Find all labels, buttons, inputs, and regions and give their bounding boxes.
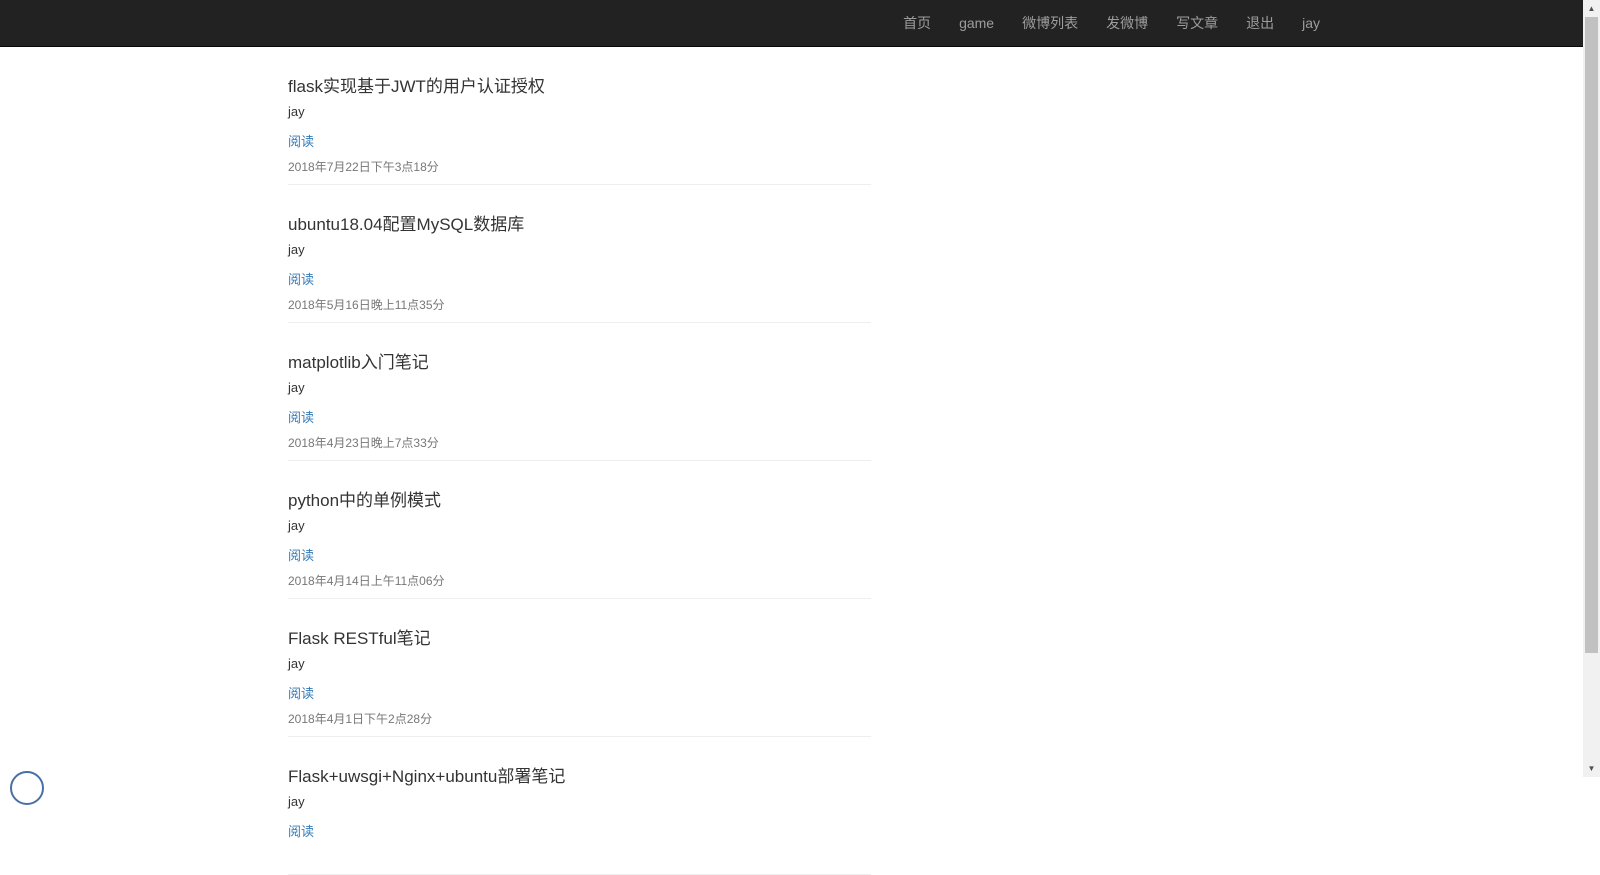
nav-write-article-link[interactable]: 写文章 (1162, 0, 1232, 46)
nav-post-weibo-link[interactable]: 发微博 (1092, 0, 1162, 46)
post-author: jay (288, 794, 305, 809)
read-link[interactable]: 阅读 (288, 821, 314, 840)
post-date: 2018年7月22日下午3点18分 (288, 160, 439, 174)
post-title[interactable]: matplotlib入门笔记 (288, 348, 429, 373)
scroll-down-icon[interactable]: ▼ (1583, 760, 1600, 777)
vertical-scrollbar[interactable]: ▲ ▼ (1583, 0, 1600, 777)
post-item: ubuntu18.04配置MySQL数据库 jay 阅读 2018年5月16日晚… (288, 185, 871, 323)
post-author: jay (288, 242, 305, 257)
read-link[interactable]: 阅读 (288, 269, 314, 288)
floating-widget-icon[interactable] (10, 771, 44, 805)
nav-logout-link[interactable]: 退出 (1232, 0, 1288, 46)
post-item: python中的单例模式 jay 阅读 2018年4月14日上午11点06分 (288, 461, 871, 599)
post-author: jay (288, 104, 305, 119)
post-date: 2018年5月16日晚上11点35分 (288, 298, 445, 312)
post-title[interactable]: Flask+uwsgi+Nginx+ubuntu部署笔记 (288, 762, 565, 787)
read-link[interactable]: 阅读 (288, 545, 314, 564)
read-link[interactable]: 阅读 (288, 407, 314, 426)
read-link[interactable]: 阅读 (288, 131, 314, 150)
post-item: flask实现基于JWT的用户认证授权 jay 阅读 2018年7月22日下午3… (288, 47, 871, 185)
post-list: flask实现基于JWT的用户认证授权 jay 阅读 2018年7月22日下午3… (288, 47, 871, 875)
nav-user-link[interactable]: jay (1288, 0, 1334, 46)
post-date: 2018年4月1日下午2点28分 (288, 712, 433, 726)
post-author: jay (288, 518, 305, 533)
post-title[interactable]: ubuntu18.04配置MySQL数据库 (288, 210, 524, 235)
post-title[interactable]: flask实现基于JWT的用户认证授权 (288, 72, 545, 97)
post-date: 2018年4月23日晚上7点33分 (288, 436, 439, 450)
post-author: jay (288, 656, 305, 671)
scroll-thumb[interactable] (1585, 17, 1598, 653)
nav-links: 首页 game 微博列表 发微博 写文章 退出 jay (889, 0, 1334, 46)
scroll-up-icon[interactable]: ▲ (1583, 0, 1600, 17)
post-item: Flask+uwsgi+Nginx+ubuntu部署笔记 jay 阅读 (288, 737, 871, 875)
nav-weibo-list-link[interactable]: 微博列表 (1008, 0, 1092, 46)
post-title[interactable]: python中的单例模式 (288, 486, 441, 511)
post-item: matplotlib入门笔记 jay 阅读 2018年4月23日晚上7点33分 (288, 323, 871, 461)
read-link[interactable]: 阅读 (288, 683, 314, 702)
nav-game-link[interactable]: game (945, 0, 1008, 46)
post-author: jay (288, 380, 305, 395)
post-title[interactable]: Flask RESTful笔记 (288, 624, 431, 649)
post-item: Flask RESTful笔记 jay 阅读 2018年4月1日下午2点28分 (288, 599, 871, 737)
top-navbar: 首页 game 微博列表 发微博 写文章 退出 jay (0, 0, 1583, 47)
nav-home-link[interactable]: 首页 (889, 0, 945, 46)
post-date: 2018年4月14日上午11点06分 (288, 574, 445, 588)
